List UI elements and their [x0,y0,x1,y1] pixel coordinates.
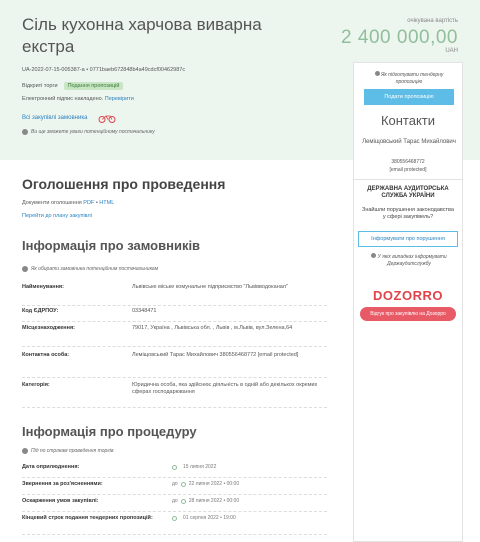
procedure-note: Під по строкам проведення торгів [22,448,113,454]
dozorro-logo: DOZORRO [373,288,443,303]
docs-html-link[interactable]: HTML [99,200,114,206]
bicycle-icon [98,115,116,123]
info-icon [374,71,380,76]
info-icon [22,129,28,135]
procurement-plan-link[interactable]: Перейти до плану закупівлі [22,213,92,219]
status-badge: Подання пропозицій [63,82,124,90]
expected-value-label: очікувана вартість [407,18,458,24]
notice-row: Ви ще зможете уваги потенційному постача… [22,129,155,135]
customer-row: Код ЄДРПОУ: 03348471 [22,308,327,322]
audit-agency-title: ДЕРЖАВНА АУДИТОРСЬКА СЛУЖБА УКРАЇНИ [367,186,449,199]
customer-note: Як обирати замовника потенційним постача… [22,266,158,272]
signature-row: Електронний підпис накладено. Перевірити [22,96,134,102]
procedure-row: Звернення за роз'ясненнями: до 22 липня 2… [22,481,327,495]
customer-row: Категорія: Юридична особа, яка здійснює … [22,382,327,408]
how-to-prepare-note[interactable]: Як підготувати тендерну пропозицію [362,71,456,86]
all-customer-tenders-link[interactable]: Всі закупівлі замовника [22,115,87,121]
report-violation-button[interactable]: Інформувати про порушення [358,231,458,247]
tender-title: Сіль кухонна харчова виварна екстра [22,15,262,56]
notice-text: Ви ще зможете уваги потенційному постача… [31,129,155,135]
violation-question: Знайшли порушення законодавства у сфері … [362,207,454,220]
info-icon [22,266,28,272]
tender-id: UA-2022-07-15-005387-a • 0771baeb672848b… [22,67,186,73]
procedure-row: Оскарження умов закупівлі: до 28 липня 20… [22,498,327,512]
signature-text: Електронний підпис накладено. [22,96,104,102]
status-row: Відкриті торги Подання пропозицій [22,82,124,90]
contact-email[interactable]: [email protected] [354,167,462,173]
announcement-title: Оголошення про проведення [22,176,226,192]
customer-row: Місцезнаходження: 79017, Україна , Львів… [22,325,327,347]
clock-icon [180,481,186,487]
docs-pdf-link[interactable]: PDF [83,200,94,206]
info-icon [371,253,377,258]
contact-phone: 380556468772 [391,159,425,165]
side-panel: Як підготувати тендерну пропозицію Подат… [353,62,463,542]
clock-icon [172,464,177,470]
clock-icon [180,498,186,504]
expected-amount: 2 400 000,00 [341,27,458,48]
dozorro-review-button[interactable]: Відгук про закупівлю на Дозорро [360,307,456,321]
procedure-info-title: Інформація про процедуру [22,424,197,439]
customer-row: Контактна особа: Леміщовський Тарас Миха… [22,352,327,378]
announcement-docs: Документи оголошення PDF • HTML [22,200,115,206]
procedure-type: Відкриті торги [22,83,58,89]
contacts-title: Контакти [380,113,436,128]
procedure-row: Дата оприлюднення: 15 липня 2022 [22,464,327,478]
verify-signature-link[interactable]: Перевірити [105,96,134,102]
clock-icon [172,515,177,521]
currency: UAH [445,48,458,54]
submit-proposal-button[interactable]: Подати пропозицію [364,89,454,105]
divider [354,179,462,180]
contact-name: Леміщовський Тарас Михайлович [362,139,456,145]
customer-row: Найменування: Львівське міське комунальн… [22,284,327,306]
procedure-row: Кінцевий строк подання тендерних пропози… [22,515,327,535]
customer-info-title: Інформація про замовників [22,238,201,253]
info-icon [22,448,28,454]
when-to-inform-link[interactable]: У якіх випадках інформувати Держаудитслу… [362,253,456,268]
